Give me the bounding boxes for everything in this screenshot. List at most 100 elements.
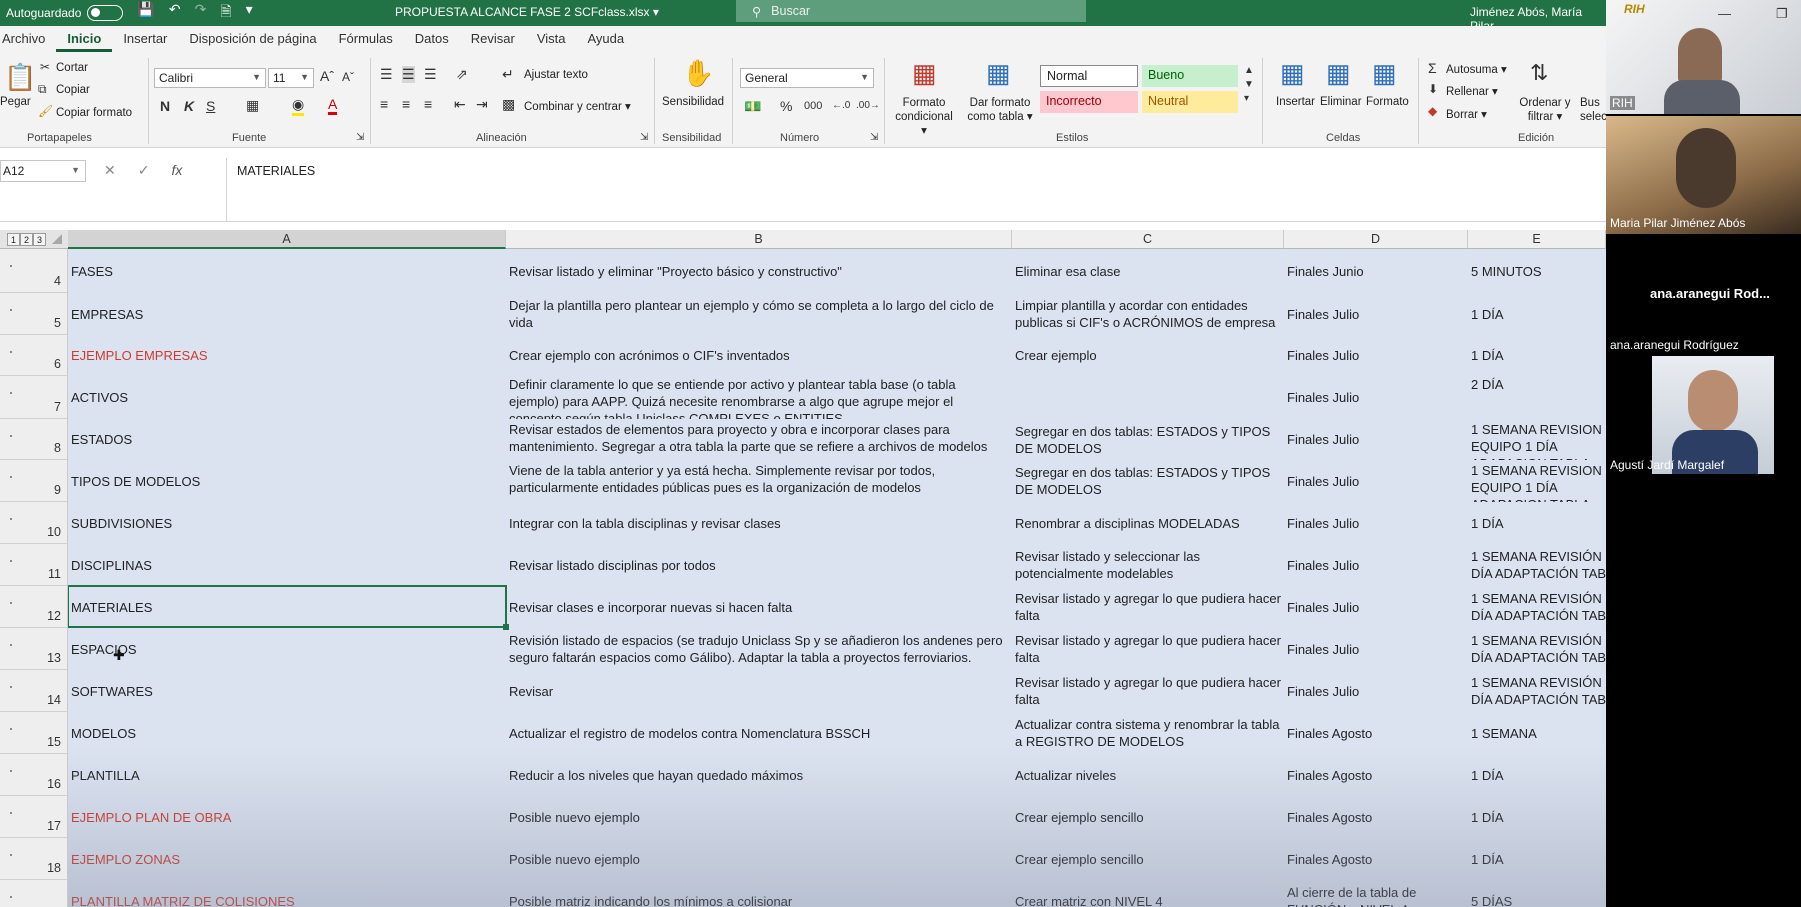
cell-c[interactable]: Crear ejemplo sencillo [1012, 796, 1284, 838]
cell-d[interactable]: Finales Agosto [1284, 838, 1468, 880]
increase-indent-icon[interactable]: ⇥ [476, 96, 488, 113]
cut-icon[interactable]: ✂ [40, 60, 50, 74]
tab-insertar[interactable]: Insertar [112, 31, 178, 52]
tab-disposicion[interactable]: Disposición de página [178, 31, 327, 52]
minimize-icon[interactable]: — [1718, 6, 1731, 21]
sensitivity-button[interactable]: Sensibilidad [662, 96, 724, 108]
cell-a[interactable]: MODELOS [68, 712, 506, 754]
cell-c[interactable]: Renombrar a disciplinas MODELADAS [1012, 502, 1284, 544]
cell-d[interactable]: Finales Julio [1284, 293, 1468, 335]
font-color-icon[interactable]: A [328, 96, 338, 115]
customize-icon[interactable]: ▾ [246, 1, 253, 25]
format-painter-button[interactable]: Copiar formato [56, 107, 132, 119]
cell-c[interactable]: Limpiar plantilla y acordar con entidade… [1012, 293, 1284, 335]
outline-level-3[interactable]: 3 [33, 233, 46, 246]
confirm-icon[interactable]: ✓ [138, 162, 150, 179]
document-title[interactable]: PROPUESTA ALCANCE FASE 2 SCFclass.xlsx ▾ [395, 5, 659, 19]
bold-icon[interactable]: N [160, 98, 170, 114]
cell-d[interactable]: Al cierre de la tabla de FUNCIÓN y NIVEL… [1284, 880, 1468, 907]
orientation-icon[interactable]: ⇗ [456, 66, 468, 83]
cell-a[interactable]: ESPACIOS [68, 628, 506, 670]
cell-c[interactable]: Revisar listado y seleccionar las potenc… [1012, 544, 1284, 586]
cell-b[interactable]: Definir claramente lo que se entiende po… [506, 376, 1012, 419]
cell-c[interactable]: Crear matriz con NIVEL 4 [1012, 880, 1284, 907]
cell-b[interactable]: Revisar listado y eliminar "Proyecto bás… [506, 249, 1012, 293]
insert-cells-icon[interactable]: ▦ [1280, 58, 1305, 89]
fill-button[interactable]: Rellenar ▾ [1446, 84, 1498, 98]
cancel-icon[interactable]: ✕ [104, 162, 116, 179]
conditional-format-button[interactable]: Formato condicional ▾ [892, 96, 956, 138]
cell-d[interactable]: Finales Julio [1284, 419, 1468, 460]
tab-inicio[interactable]: Inicio [56, 31, 113, 52]
decrease-decimal-icon[interactable]: .00→ [856, 100, 880, 111]
sort-filter-button[interactable]: Ordenar y filtrar ▾ [1518, 96, 1572, 124]
fill-icon[interactable]: ⬇ [1428, 82, 1438, 96]
underline-icon[interactable]: S [206, 98, 215, 114]
row-header[interactable]: 17 [0, 796, 68, 838]
cell-a[interactable]: EJEMPLO ZONAS [68, 838, 506, 880]
column-header-e[interactable]: E [1468, 230, 1606, 249]
align-bottom-icon[interactable]: ☰ [424, 66, 437, 83]
participant-tile-rih[interactable]: RIH RIH — ❐ [1606, 0, 1801, 114]
cell-b[interactable]: Revisar [506, 670, 1012, 712]
cell-a[interactable]: DISCIPLINAS [68, 544, 506, 586]
align-left-icon[interactable]: ≡ [380, 96, 388, 112]
name-box[interactable]: A12 ▼ [0, 160, 86, 182]
borders-icon[interactable]: ▦ [246, 97, 259, 114]
cell-c[interactable]: Crear ejemplo [1012, 335, 1284, 376]
cell-a[interactable]: EMPRESAS [68, 293, 506, 335]
number-format-select[interactable]: General ▼ [740, 68, 874, 88]
cell-b[interactable]: Posible nuevo ejemplo [506, 838, 1012, 880]
merge-center-button[interactable]: Combinar y centrar ▾ [524, 99, 631, 113]
document-icon[interactable]: 🗎 [220, 1, 231, 25]
paste-icon[interactable]: 📋 [4, 62, 36, 93]
align-middle-icon[interactable]: ☰ [402, 66, 415, 83]
grow-font-icon[interactable]: Aˆ [320, 68, 334, 84]
merge-center-icon[interactable]: ▩ [502, 96, 515, 113]
format-cells-icon[interactable]: ▦ [1372, 58, 1397, 89]
column-header-b[interactable]: B [506, 230, 1012, 249]
cell-b[interactable]: Revisión listado de espacios (se tradujo… [506, 628, 1012, 670]
align-top-icon[interactable]: ☰ [380, 66, 393, 83]
autosum-button[interactable]: Autosuma ▾ [1446, 62, 1507, 76]
sensitivity-icon[interactable]: ✋ [682, 58, 714, 89]
cell-d[interactable]: Finales Julio [1284, 670, 1468, 712]
format-cells-button[interactable]: Formato [1366, 96, 1409, 108]
format-as-table-button[interactable]: Dar formato como tabla ▾ [964, 96, 1036, 124]
dialog-launcher-icon[interactable]: ⇲ [356, 132, 364, 143]
cell-d[interactable]: Finales Julio [1284, 544, 1468, 586]
cell-e[interactable]: 1 DÍA [1468, 754, 1606, 796]
font-name-select[interactable]: Calibri ▼ [154, 68, 266, 88]
row-header[interactable] [0, 880, 68, 907]
tab-archivo[interactable]: Archivo [0, 31, 56, 52]
cell-e[interactable]: 1 DÍA [1468, 293, 1606, 335]
increase-decimal-icon[interactable]: ←.0 [832, 100, 850, 111]
style-good[interactable]: Bueno [1142, 65, 1238, 87]
cell-e[interactable]: 2 DÍA [1468, 376, 1606, 419]
cell-c[interactable]: Actualizar niveles [1012, 754, 1284, 796]
tab-formulas[interactable]: Fórmulas [328, 31, 404, 52]
row-header[interactable]: 5 [0, 293, 68, 335]
cell-c[interactable]: Actualizar contra sistema y renombrar la… [1012, 712, 1284, 754]
font-size-select[interactable]: 11 ▼ [268, 68, 314, 88]
cell-d[interactable]: Finales Agosto [1284, 754, 1468, 796]
cell-b[interactable]: Posible matriz indicando los mínimos a c… [506, 880, 1012, 907]
cell-a[interactable]: SOFTWARES [68, 670, 506, 712]
tab-revisar[interactable]: Revisar [460, 31, 526, 52]
cell-d[interactable]: Finales Julio [1284, 335, 1468, 376]
cell-a[interactable]: EJEMPLO EMPRESAS [68, 335, 506, 376]
cell-e[interactable]: 1 SEMANA REVISION EQUIPO 1 DÍA ADAPACION… [1468, 419, 1606, 460]
row-header[interactable]: 11 [0, 544, 68, 586]
sort-filter-icon[interactable]: ⇅ [1530, 60, 1548, 86]
cell-a[interactable]: ESTADOS [68, 419, 506, 460]
cell-a[interactable]: EJEMPLO PLAN DE OBRA [68, 796, 506, 838]
style-neutral[interactable]: Neutral [1142, 91, 1238, 113]
clear-button[interactable]: Borrar ▾ [1446, 107, 1487, 121]
paste-button[interactable]: Pegar [0, 96, 31, 108]
cell-b[interactable]: Crear ejemplo con acrónimos o CIF's inve… [506, 335, 1012, 376]
cell-b[interactable]: Revisar listado disciplinas por todos [506, 544, 1012, 586]
italic-icon[interactable]: K [184, 98, 194, 114]
outline-level-1[interactable]: 1 [7, 233, 20, 246]
copy-button[interactable]: Copiar [56, 84, 90, 96]
cell-c[interactable]: Revisar listado y agregar lo que pudiera… [1012, 586, 1284, 628]
